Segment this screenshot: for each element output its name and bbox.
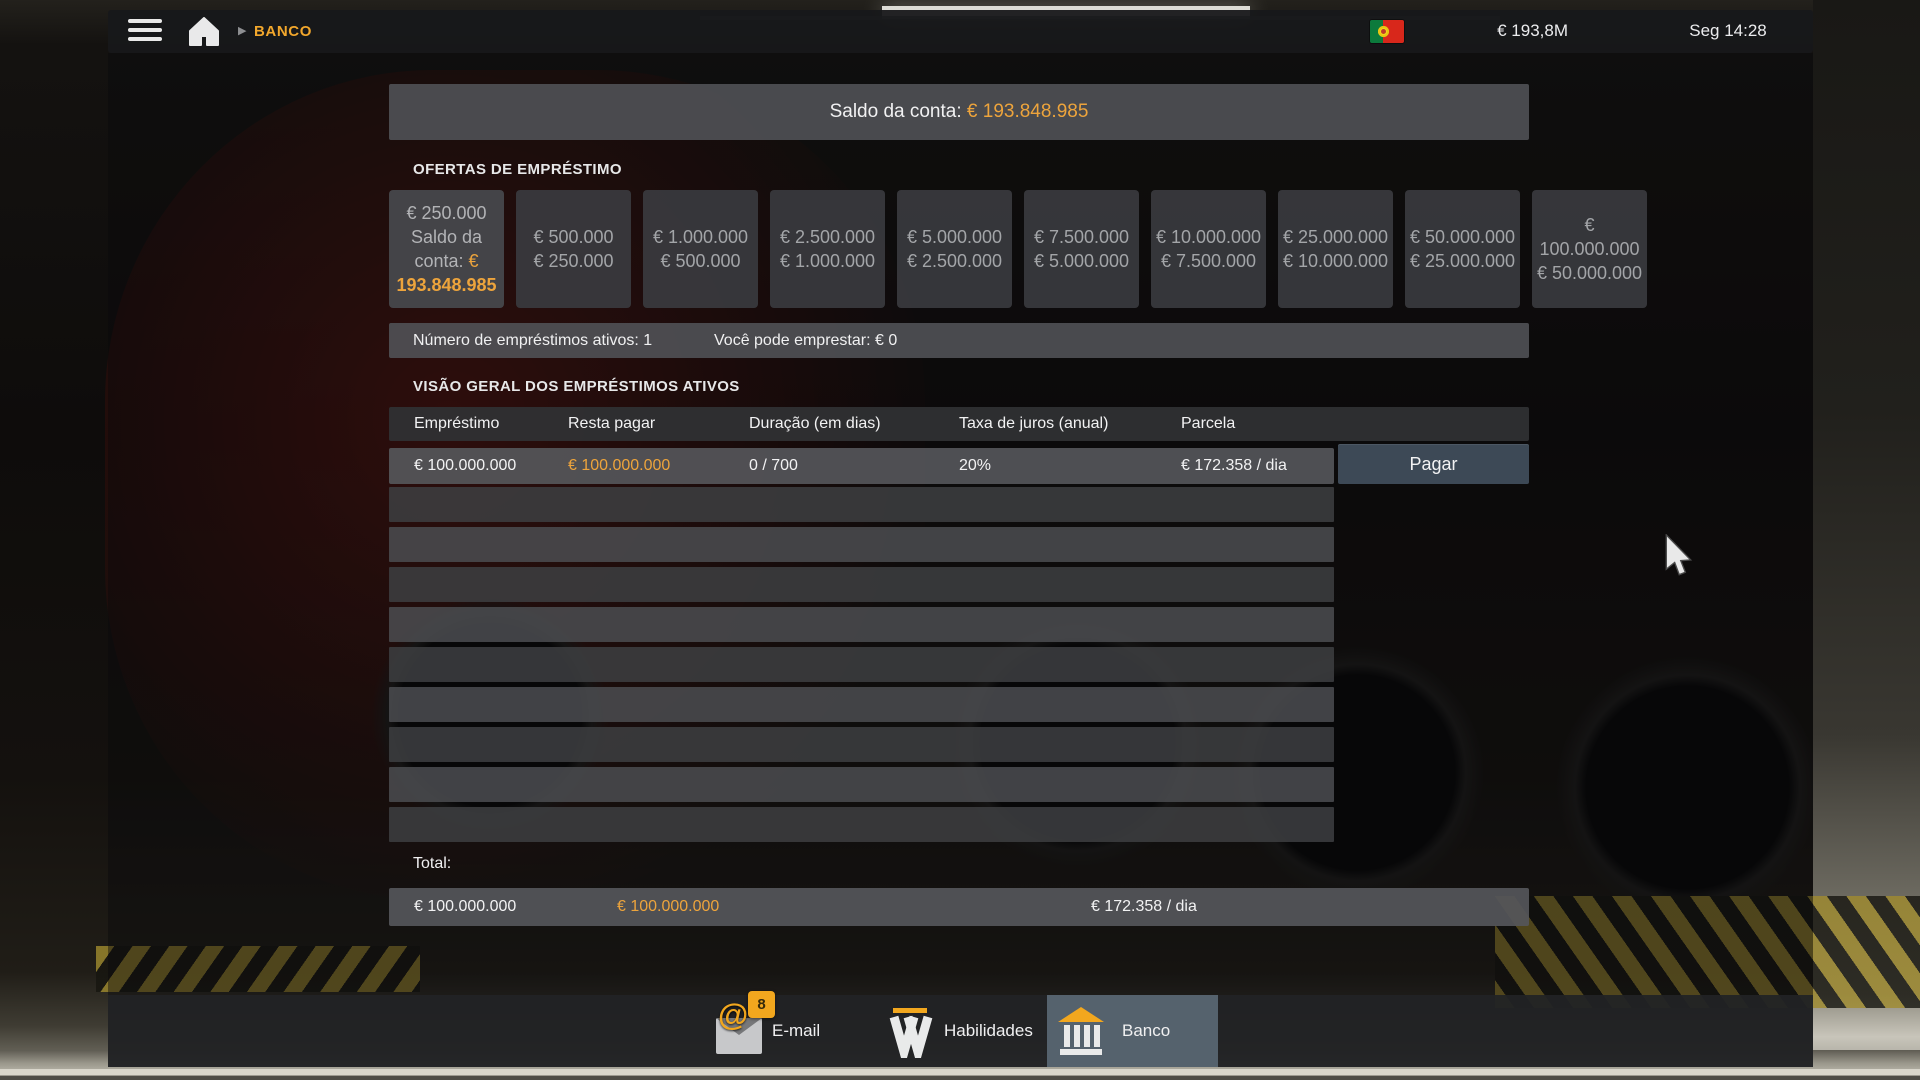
floor-edge (0, 1076, 1920, 1080)
active-loans-count: Número de empréstimos ativos: 1 (413, 323, 652, 358)
floor-line (0, 1069, 1920, 1075)
loan-offer-tile[interactable]: € 10.000.000€ 7.500.000 (1151, 190, 1266, 308)
loans-total-bar: € 100.000.000 € 100.000.000 € 172.358 / … (389, 888, 1529, 926)
trailer-piece (1824, 596, 1920, 784)
pay-button[interactable]: Pagar (1338, 444, 1529, 484)
loan-table-row: € 100.000.000 € 100.000.000 0 / 700 20% … (389, 448, 1334, 484)
loans-empty-rows (389, 487, 1334, 847)
col-loan: Empréstimo (414, 407, 499, 441)
tab-skills-label: Habilidades (944, 995, 1033, 1067)
loan-offer-tile[interactable]: € 500.000€ 250.000 (516, 190, 631, 308)
tooltip-balance-line2: conta: € (414, 249, 478, 273)
loan-offer-tile[interactable]: € 2.500.000€ 1.000.000 (770, 190, 885, 308)
email-badge: 8 (748, 991, 775, 1018)
loan-amount: € 100.000.000 (414, 448, 516, 484)
loan-interest: 20% (959, 448, 991, 484)
loan-installment: € 172.358 / dia (1181, 448, 1287, 484)
breadcrumb-arrow-icon: ▶ (238, 24, 246, 37)
table-empty-row (389, 727, 1334, 762)
bottom-dock: Banco @ 8 E-mail Habilidades (108, 995, 1813, 1067)
tooltip-balance-line1: Saldo da (411, 225, 482, 249)
tab-email[interactable]: @ 8 E-mail (708, 995, 898, 1067)
game-time: Seg 14:28 (1653, 21, 1803, 41)
tooltip-balance-value: 193.848.985 (396, 273, 496, 297)
offer-amount: € 1.000.000 (653, 225, 748, 249)
offer-amount: € 50.000.000 (1410, 225, 1515, 249)
offer-amount: € 5.000.000 (907, 225, 1002, 249)
offer-amount: € 10.000.000 (1156, 225, 1261, 249)
col-installment: Parcela (1181, 407, 1235, 441)
loan-offers-title: OFERTAS DE EMPRÉSTIMO (413, 161, 622, 178)
offer-amount: € 100.000.000 (1534, 213, 1645, 261)
total-loan: € 100.000.000 (414, 888, 516, 926)
offer-cost: € 2.500.000 (907, 249, 1002, 273)
table-empty-row (389, 487, 1334, 522)
loan-offer-tile[interactable]: € 50.000.000€ 25.000.000 (1405, 190, 1520, 308)
can-borrow-amount: Você pode emprestar: € 0 (714, 323, 897, 358)
loan-remaining: € 100.000.000 (568, 448, 670, 484)
top-bar: ▶ BANCO € 193,8M Seg 14:28 (108, 10, 1813, 53)
loan-duration: 0 / 700 (749, 448, 798, 484)
bank-panel: Saldo da conta: € 193.848.985 OFERTAS DE… (108, 53, 1813, 995)
balance-value: € 193.848.985 (967, 101, 1089, 122)
at-icon: @ (718, 997, 748, 1033)
offer-amount: € 500.000 (533, 225, 613, 249)
offer-amount: € 2.500.000 (780, 225, 875, 249)
col-remaining: Resta pagar (568, 407, 655, 441)
offer-amount: € 250.000 (406, 201, 486, 225)
table-empty-row (389, 767, 1334, 802)
offer-amount: € 25.000.000 (1283, 225, 1388, 249)
account-balance-bar: Saldo da conta: € 193.848.985 (389, 84, 1529, 140)
offer-amount: € 7.500.000 (1034, 225, 1129, 249)
tab-email-label: E-mail (772, 995, 820, 1067)
total-remaining: € 100.000.000 (617, 888, 719, 926)
table-empty-row (389, 807, 1334, 842)
offer-cost: € 50.000.000 (1537, 261, 1642, 285)
offer-cost: € 1.000.000 (780, 249, 875, 273)
loan-offers-row: € 250.000 Saldo da conta: € 193.848.985 … (389, 190, 1647, 308)
table-empty-row (389, 567, 1334, 602)
breadcrumb[interactable]: BANCO (254, 23, 312, 40)
loan-offer-tile[interactable]: € 7.500.000€ 5.000.000 (1024, 190, 1139, 308)
table-empty-row (389, 687, 1334, 722)
tab-bank-label: Banco (1122, 995, 1170, 1067)
total-label: Total: (413, 855, 451, 873)
loan-offer-tile-hovered[interactable]: € 250.000 Saldo da conta: € 193.848.985 (389, 190, 504, 308)
offer-cost: € 10.000.000 (1283, 249, 1388, 273)
offer-cost: € 5.000.000 (1034, 249, 1129, 273)
loan-offer-tile[interactable]: € 1.000.000€ 500.000 (643, 190, 758, 308)
skills-icon (886, 1006, 934, 1063)
player-money: € 193,8M (1428, 21, 1568, 41)
offer-cost: € 25.000.000 (1410, 249, 1515, 273)
balance-label: Saldo da conta: (830, 101, 967, 122)
loan-offer-tile[interactable]: € 5.000.000€ 2.500.000 (897, 190, 1012, 308)
home-icon[interactable] (188, 17, 220, 46)
table-empty-row (389, 607, 1334, 642)
mouse-cursor-icon (1664, 534, 1696, 585)
loan-status-bar: Número de empréstimos ativos: 1 Você pod… (389, 323, 1529, 358)
total-installment: € 172.358 / dia (1091, 888, 1197, 926)
col-interest: Taxa de juros (anual) (959, 407, 1108, 441)
loan-offer-tile[interactable]: € 100.000.000€ 50.000.000 (1532, 190, 1647, 308)
col-duration: Duração (em dias) (749, 407, 881, 441)
table-empty-row (389, 647, 1334, 682)
offer-cost: € 500.000 (660, 249, 740, 273)
loan-offer-tile[interactable]: € 25.000.000€ 10.000.000 (1278, 190, 1393, 308)
tab-bank-active[interactable]: Banco (1047, 995, 1218, 1067)
menu-icon[interactable] (128, 19, 162, 44)
active-loans-title: VISÃO GERAL DOS EMPRÉSTIMOS ATIVOS (413, 378, 740, 395)
tab-skills[interactable]: Habilidades (878, 995, 1068, 1067)
offer-cost: € 250.000 (533, 249, 613, 273)
loans-table-header: Empréstimo Resta pagar Duração (em dias)… (389, 407, 1529, 441)
offer-cost: € 7.500.000 (1161, 249, 1256, 273)
portugal-flag-icon (1370, 20, 1404, 43)
table-empty-row (389, 527, 1334, 562)
